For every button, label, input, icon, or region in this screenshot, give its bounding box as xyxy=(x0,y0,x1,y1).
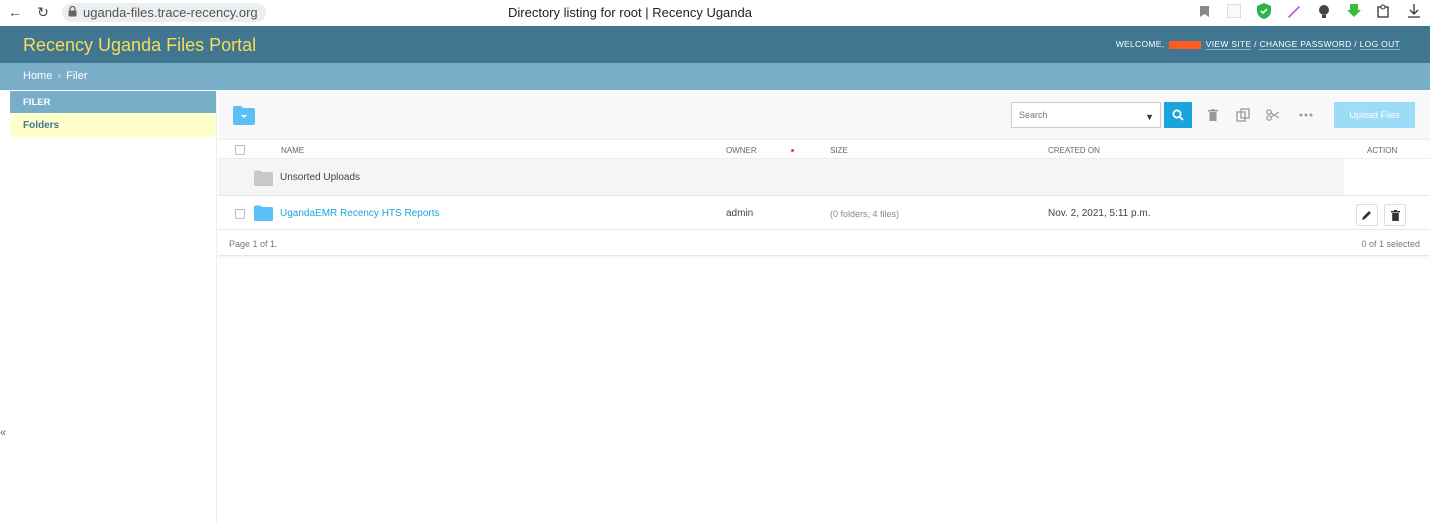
search-button[interactable] xyxy=(1164,102,1192,128)
main-content: Search ▼ Upload Files NAME OWNER SIZE CR… xyxy=(218,91,1430,523)
view-site-link[interactable]: VIEW SITE xyxy=(1205,39,1252,50)
search-icon xyxy=(1172,109,1184,121)
sidebar: FILER Folders xyxy=(10,91,217,523)
download-icon[interactable] xyxy=(1406,3,1422,19)
column-owner[interactable]: OWNER xyxy=(726,146,757,155)
table-footer: Page 1 of 1. 0 of 1 selected xyxy=(218,231,1430,256)
trash-icon xyxy=(1390,209,1400,221)
upload-files-button[interactable]: Upload Files xyxy=(1334,102,1415,128)
caret-down-icon[interactable]: ▼ xyxy=(1145,112,1154,122)
breadcrumb: Home › Filer xyxy=(0,63,1430,90)
folder-icon xyxy=(254,170,273,186)
folder-icon xyxy=(233,106,255,125)
browser-bar: ← ↻ uganda-files.trace-recency.org Direc… xyxy=(0,0,1430,26)
search-placeholder: Search xyxy=(1019,110,1048,120)
column-action: ACTION xyxy=(1367,146,1398,155)
scissors-icon[interactable] xyxy=(1265,107,1281,123)
redacted-username xyxy=(1169,40,1202,49)
portal-title[interactable]: Recency Uganda Files Portal xyxy=(23,35,256,56)
table-header: NAME OWNER SIZE CREATED ON ACTION xyxy=(218,139,1430,159)
filer-toolbar: Search ▼ Upload Files xyxy=(218,91,1430,139)
browser-tab-title: Directory listing for root | Recency Uga… xyxy=(508,5,752,20)
owner-cell: admin xyxy=(726,208,754,219)
extension-blank-icon[interactable] xyxy=(1226,3,1242,19)
unsorted-uploads-row[interactable]: Unsorted Uploads xyxy=(218,159,1344,196)
column-size[interactable]: SIZE xyxy=(830,146,848,155)
pen-icon[interactable] xyxy=(1286,3,1302,19)
download-arrow-icon[interactable] xyxy=(1346,3,1362,19)
search-input[interactable]: Search ▼ xyxy=(1011,102,1161,128)
column-created-on[interactable]: CREATED ON xyxy=(1048,146,1100,155)
created-on-cell: Nov. 2, 2021, 5:11 p.m. xyxy=(1048,208,1151,219)
folder-icon xyxy=(254,205,273,221)
bookmark-icon[interactable] xyxy=(1196,3,1212,19)
trash-icon[interactable] xyxy=(1205,107,1221,123)
copy-icon[interactable] xyxy=(1235,107,1251,123)
pencil-icon xyxy=(1362,211,1371,220)
breadcrumb-current: Filer xyxy=(66,70,88,82)
row-checkbox[interactable] xyxy=(235,209,245,219)
user-tools-divider: / xyxy=(1254,39,1257,49)
sidebar-section-filer[interactable]: FILER xyxy=(10,91,216,113)
edit-button[interactable] xyxy=(1356,204,1378,226)
size-cell: (0 folders, 4 files) xyxy=(830,209,900,219)
folder-dropdown-button[interactable] xyxy=(233,104,255,126)
portal-header: Recency Uganda Files Portal WELCOME, VIE… xyxy=(0,26,1430,63)
delete-button[interactable] xyxy=(1384,204,1406,226)
unsorted-uploads-label[interactable]: Unsorted Uploads xyxy=(280,172,360,183)
pagination-text: Page 1 of 1. xyxy=(229,239,278,249)
select-all-checkbox[interactable] xyxy=(235,145,245,155)
user-tools-divider: / xyxy=(1354,39,1357,49)
selected-count: 0 of 1 selected xyxy=(1361,239,1420,249)
extension-toolbar xyxy=(1196,3,1422,19)
folder-name-link[interactable]: UgandaEMR Recency HTS Reports xyxy=(280,208,440,219)
table-row[interactable]: UgandaEMR Recency HTS Reports admin (0 f… xyxy=(218,197,1430,230)
unsorted-uploads-row-spacer xyxy=(1344,159,1430,196)
user-tools: WELCOME, VIEW SITE / CHANGE PASSWORD / L… xyxy=(1115,39,1400,50)
puzzle-icon[interactable] xyxy=(1376,3,1392,19)
sidebar-collapse-button[interactable]: « xyxy=(0,427,6,439)
log-out-link[interactable]: LOG OUT xyxy=(1359,39,1400,50)
shield-icon[interactable] xyxy=(1256,3,1272,19)
welcome-text: WELCOME, xyxy=(1115,39,1165,49)
more-icon[interactable] xyxy=(1298,107,1314,123)
change-password-link[interactable]: CHANGE PASSWORD xyxy=(1259,39,1352,50)
breadcrumb-home[interactable]: Home xyxy=(23,70,52,82)
sidebar-item-folders[interactable]: Folders xyxy=(10,113,216,137)
sort-indicator xyxy=(791,149,794,152)
column-name[interactable]: NAME xyxy=(281,146,304,155)
breadcrumb-separator: › xyxy=(57,70,62,82)
bulb-icon[interactable] xyxy=(1316,3,1332,19)
